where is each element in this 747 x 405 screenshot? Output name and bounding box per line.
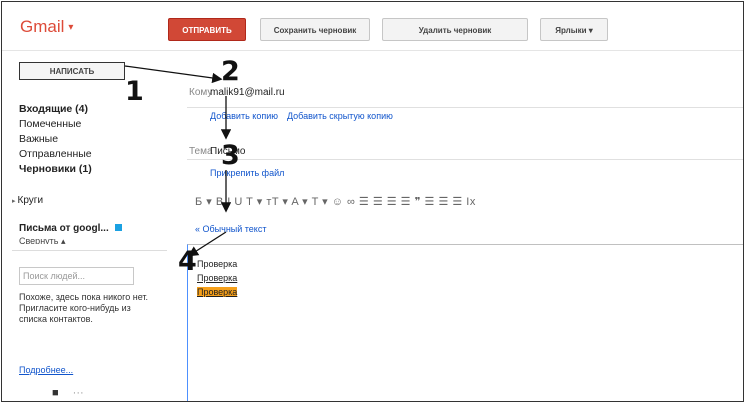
step-2-label: 2	[221, 56, 240, 87]
delete-draft-button[interactable]: Удалить черновик	[382, 18, 528, 41]
sidebar-item-starred[interactable]: Помеченные	[19, 117, 92, 132]
subject-field[interactable]	[187, 141, 743, 160]
add-bcc-link[interactable]: Добавить скрытую копию	[287, 111, 393, 121]
compose-area: Кому malik91@mail.ru Добавить копию Добав…	[170, 51, 743, 401]
body-line-plain: Проверка	[197, 259, 238, 269]
top-toolbar: Gmail ▾ ОТПРАВИТЬ Сохранить черновик Удал…	[2, 2, 743, 51]
sidebar-item-sent[interactable]: Отправленные	[19, 147, 92, 162]
chat-icon[interactable]: ■	[52, 387, 59, 399]
more-dots-icon[interactable]: ···	[73, 387, 84, 399]
sidebar-item-drafts[interactable]: Черновики (1)	[19, 162, 92, 177]
expand-arrow-icon: ▸	[12, 198, 16, 205]
body-line-underlined: Проверка	[197, 273, 238, 283]
body-line-highlighted: Проверка	[197, 287, 238, 297]
compose-button[interactable]: НАПИСАТЬ	[19, 62, 125, 80]
collapse-link[interactable]: Свернуть ▴	[19, 236, 66, 244]
sidebar-item-inbox[interactable]: Входящие (4)	[19, 102, 92, 117]
chevron-down-icon: ▾	[68, 22, 74, 33]
sidebar-item-circles[interactable]: ▸ Круги	[12, 195, 43, 206]
folder-list: Входящие (4) Помеченные Важные Отправлен…	[19, 102, 92, 177]
divider	[12, 250, 167, 251]
logo-text: Gmail	[20, 17, 65, 36]
gmail-window: Gmail ▾ ОТПРАВИТЬ Сохранить черновик Удал…	[1, 1, 744, 402]
hangout-label: Письма от googl...	[19, 223, 109, 234]
send-button[interactable]: ОТПРАВИТЬ	[168, 18, 246, 41]
labels-dropdown[interactable]: Ярлыки ▾	[540, 18, 608, 41]
plain-text-link[interactable]: « Обычный текст	[195, 224, 266, 234]
add-cc-link[interactable]: Добавить копию	[210, 111, 278, 121]
gmail-logo[interactable]: Gmail ▾	[20, 17, 73, 37]
step-4-label: 4	[178, 246, 197, 277]
save-draft-button[interactable]: Сохранить черновик	[260, 18, 370, 41]
people-search-input[interactable]: Поиск людей...	[19, 267, 134, 285]
cc-links: Добавить копию Добавить скрытую копию	[210, 111, 402, 121]
to-value[interactable]: malik91@mail.ru	[210, 87, 285, 98]
sidebar-item-important[interactable]: Важные	[19, 132, 92, 147]
message-body-editor[interactable]	[187, 244, 743, 401]
formatting-toolbar[interactable]: Б ▾ B I U T ▾ ᴛT ▾ A ▾ T ▾ ☺ ∞ ☰ ☰ ☰ ☰ ❞…	[195, 195, 476, 208]
hangout-item[interactable]: Письма от googl...	[19, 223, 122, 234]
sidebar: НАПИСАТЬ Входящие (4) Помеченные Важные …	[2, 51, 170, 401]
step-3-label: 3	[221, 140, 240, 171]
step-1-label: 1	[125, 76, 144, 107]
more-link[interactable]: Подробнее...	[19, 365, 73, 375]
status-square-icon	[114, 224, 122, 231]
bottom-icons: ■ ···	[52, 387, 84, 399]
no-contacts-text: Похоже, здесь пока никого нет. Пригласит…	[19, 292, 149, 324]
circles-label: Круги	[17, 195, 44, 206]
